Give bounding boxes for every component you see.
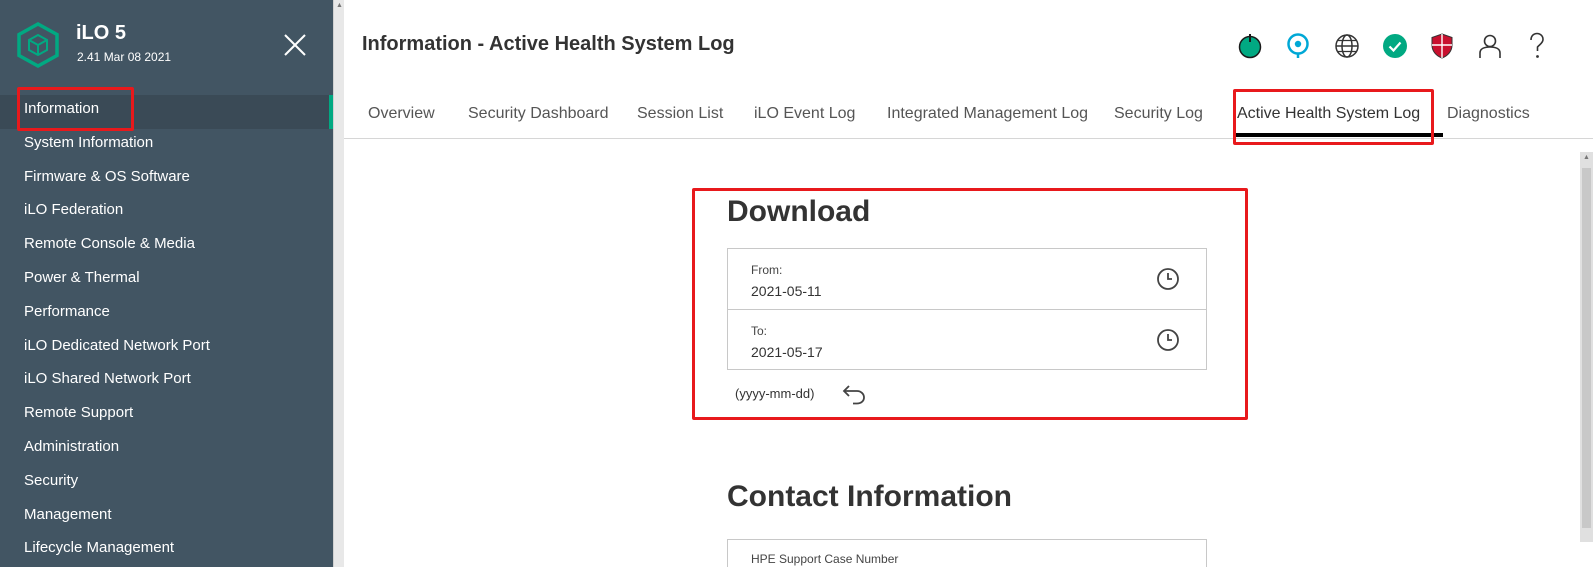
contact-title: Contact Information (727, 480, 1012, 513)
app-title: iLO 5 (76, 22, 127, 44)
case-number-label: HPE Support Case Number (751, 552, 899, 566)
app-version: 2.41 Mar 08 2021 (77, 50, 172, 64)
user-icon[interactable] (1478, 30, 1526, 62)
page-title: Information - Active Health System Log (362, 33, 735, 55)
ilo-app: iLO 5 2.41 Mar 08 2021 Information Syste… (0, 0, 1593, 567)
tab-ilo-event-log[interactable]: iLO Event Log (754, 105, 855, 123)
sidebar-item-performance[interactable]: Performance (0, 298, 333, 332)
content-scroll-thumb[interactable] (1582, 168, 1591, 528)
close-icon[interactable] (282, 32, 308, 58)
sidebar-item-ilo-dedicated-network-port[interactable]: iLO Dedicated Network Port (0, 332, 333, 366)
tab-security-log[interactable]: Security Log (1114, 105, 1203, 123)
sidebar-item-remote-support[interactable]: Remote Support (0, 399, 333, 433)
sidebar-item-ilo-shared-network-port[interactable]: iLO Shared Network Port (0, 365, 333, 399)
sidebar-item-remote-console-media[interactable]: Remote Console & Media (0, 230, 333, 264)
sidebar-item-lifecycle-management[interactable]: Lifecycle Management (0, 534, 333, 567)
sidebar-item-firmware-os-software[interactable]: Firmware & OS Software (0, 163, 333, 197)
globe-icon[interactable] (1334, 30, 1382, 62)
ilo-logo-icon (17, 22, 59, 68)
sidebar-nav: Information System Information Firmware … (0, 95, 333, 567)
case-number-field[interactable]: HPE Support Case Number (727, 539, 1207, 567)
tab-overview[interactable]: Overview (368, 105, 435, 123)
sidebar-scrollbar[interactable]: ▲ (333, 0, 344, 567)
sidebar-item-system-information[interactable]: System Information (0, 129, 333, 163)
sidebar-item-security[interactable]: Security (0, 467, 333, 501)
content-scroll-up-arrow-icon[interactable]: ▲ (1583, 154, 1590, 161)
highlight-information (17, 87, 134, 131)
header-toolbar (1238, 30, 1574, 62)
help-icon[interactable] (1526, 30, 1574, 62)
sidebar-item-management[interactable]: Management (0, 501, 333, 535)
power-icon[interactable] (1238, 30, 1286, 62)
sidebar: iLO 5 2.41 Mar 08 2021 Information Syste… (0, 0, 333, 567)
security-shield-icon[interactable] (1430, 30, 1478, 62)
sidebar-item-power-thermal[interactable]: Power & Thermal (0, 264, 333, 298)
highlight-active-health-tab (1233, 89, 1434, 145)
scroll-up-arrow-icon[interactable]: ▲ (336, 2, 343, 9)
tab-integrated-management-log[interactable]: Integrated Management Log (887, 105, 1088, 123)
content-scrollbar[interactable]: ▲ (1580, 152, 1593, 542)
tab-session-list[interactable]: Session List (637, 105, 723, 123)
tab-diagnostics[interactable]: Diagnostics (1447, 105, 1530, 123)
location-icon[interactable] (1286, 30, 1334, 62)
sidebar-item-ilo-federation[interactable]: iLO Federation (0, 196, 333, 230)
highlight-download-section (692, 188, 1248, 420)
tab-security-dashboard[interactable]: Security Dashboard (468, 105, 609, 123)
health-check-icon[interactable] (1382, 30, 1430, 62)
sidebar-item-administration[interactable]: Administration (0, 433, 333, 467)
